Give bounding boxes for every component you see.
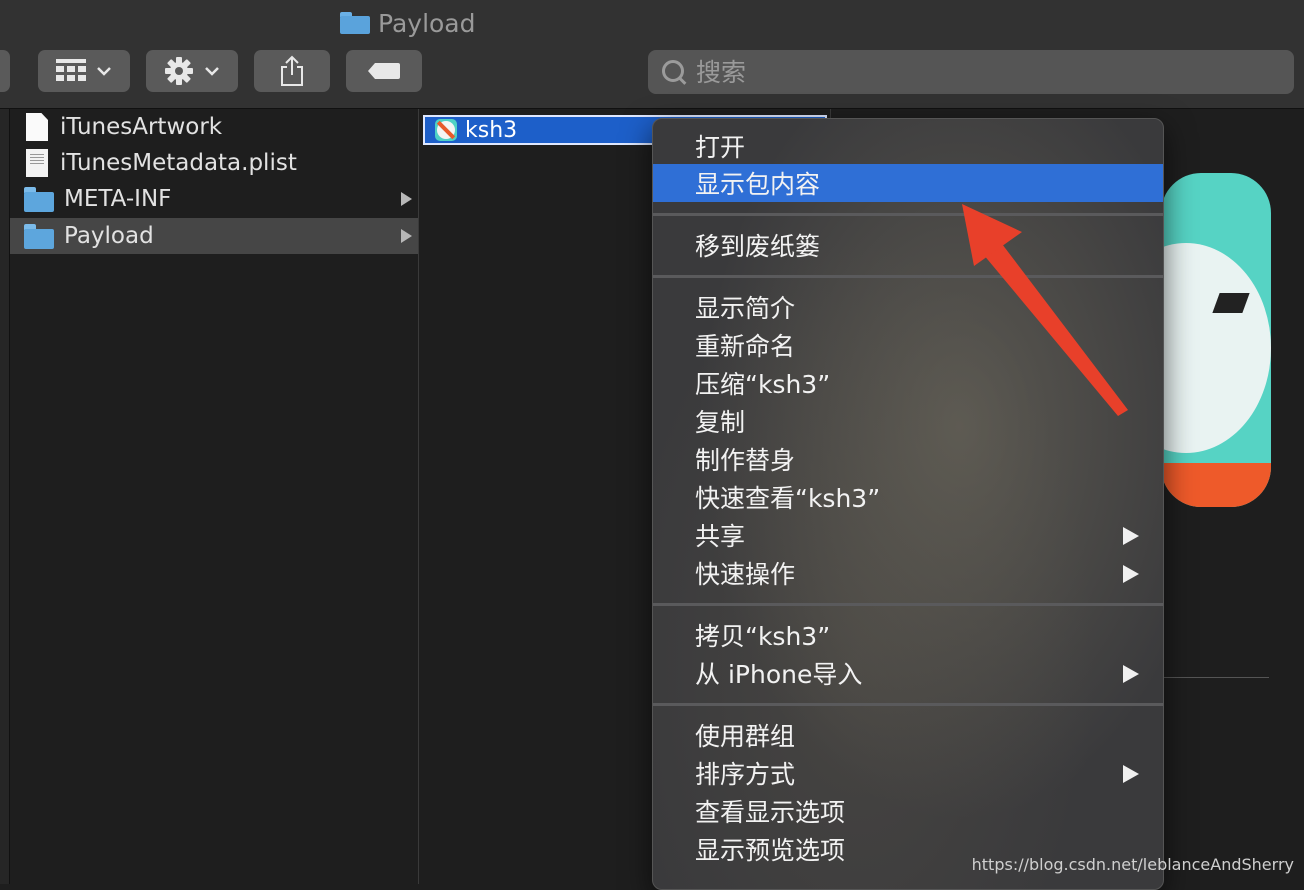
folder-icon — [340, 12, 370, 34]
menu-item-move-to-trash[interactable]: 移到废纸篓 — [653, 226, 1163, 264]
file-name: ksh3 — [465, 117, 518, 143]
column-payload-parent: iTunesArtwork iTunesMetadata.plist META-… — [10, 109, 419, 884]
share-icon — [281, 55, 303, 86]
grid-view-icon — [56, 59, 86, 81]
plist-icon — [26, 149, 48, 177]
menu-item-sort-by[interactable]: 排序方式 — [653, 754, 1163, 792]
list-item-label: iTunesArtwork — [60, 114, 223, 140]
document-icon — [26, 113, 48, 141]
submenu-arrow-icon — [1123, 665, 1139, 683]
view-mode-button[interactable] — [38, 50, 130, 92]
sidebar-toggle-button[interactable] — [0, 50, 10, 92]
list-item-selected[interactable]: Payload — [10, 218, 418, 254]
window-title-text: Payload — [378, 8, 476, 38]
list-item-label: META-INF — [64, 186, 172, 212]
menu-item-show-package-contents[interactable]: 显示包内容 — [653, 164, 1163, 202]
submenu-arrow-icon — [1123, 765, 1139, 783]
tag-icon — [368, 63, 400, 79]
chevron-down-icon — [205, 67, 219, 76]
menu-item-import-from-iphone[interactable]: 从 iPhone导入 — [653, 654, 1163, 692]
menu-item-compress[interactable]: 压缩“ksh3” — [653, 364, 1163, 402]
submenu-arrow-icon — [1123, 565, 1139, 583]
list-item[interactable]: META-INF — [10, 181, 418, 217]
list-item[interactable]: iTunesMetadata.plist — [10, 145, 418, 181]
previous-column[interactable] — [0, 109, 10, 884]
context-menu: 打开 显示包内容 移到废纸篓 显示简介 重新命名 压缩“ksh3” 复制 制作替… — [652, 118, 1164, 890]
list-item[interactable]: iTunesArtwork — [10, 109, 418, 145]
disclosure-arrow-icon — [401, 192, 412, 206]
app-icon — [435, 119, 457, 141]
menu-item-quick-look[interactable]: 快速查看“ksh3” — [653, 478, 1163, 516]
search-field[interactable] — [648, 50, 1294, 94]
action-menu-button[interactable] — [146, 50, 238, 92]
menu-item-open[interactable]: 打开 — [653, 127, 1163, 165]
search-input[interactable] — [694, 56, 1258, 88]
list-item-label: Payload — [64, 223, 154, 249]
menu-item-get-info[interactable]: 显示简介 — [653, 288, 1163, 326]
menu-item-make-alias[interactable]: 制作替身 — [653, 440, 1163, 478]
folder-icon — [24, 221, 54, 251]
menu-item-show-view-options[interactable]: 查看显示选项 — [653, 792, 1163, 830]
divider — [1161, 677, 1269, 678]
share-button[interactable] — [254, 50, 330, 92]
chevron-down-icon — [97, 67, 111, 76]
menu-separator — [653, 213, 1163, 216]
tags-button[interactable] — [346, 50, 422, 92]
menu-item-share[interactable]: 共享 — [653, 516, 1163, 554]
folder-icon — [24, 184, 54, 214]
search-icon — [660, 58, 688, 86]
disclosure-arrow-icon — [401, 229, 412, 243]
menu-item-rename[interactable]: 重新命名 — [653, 326, 1163, 364]
menu-separator — [653, 603, 1163, 606]
toolbar: Payload — [0, 0, 1304, 109]
menu-item-copy[interactable]: 拷贝“ksh3” — [653, 616, 1163, 654]
window-title: Payload — [340, 6, 476, 40]
submenu-arrow-icon — [1123, 527, 1139, 545]
menu-separator — [653, 703, 1163, 706]
app-preview-image — [1161, 173, 1271, 507]
watermark: https://blog.csdn.net/leblanceAndSherry — [971, 855, 1294, 874]
gear-icon — [165, 57, 193, 85]
menu-item-duplicate[interactable]: 复制 — [653, 402, 1163, 440]
list-item-label: iTunesMetadata.plist — [60, 150, 297, 176]
menu-item-use-groups[interactable]: 使用群组 — [653, 716, 1163, 754]
menu-separator — [653, 275, 1163, 278]
menu-item-quick-actions[interactable]: 快速操作 — [653, 554, 1163, 592]
